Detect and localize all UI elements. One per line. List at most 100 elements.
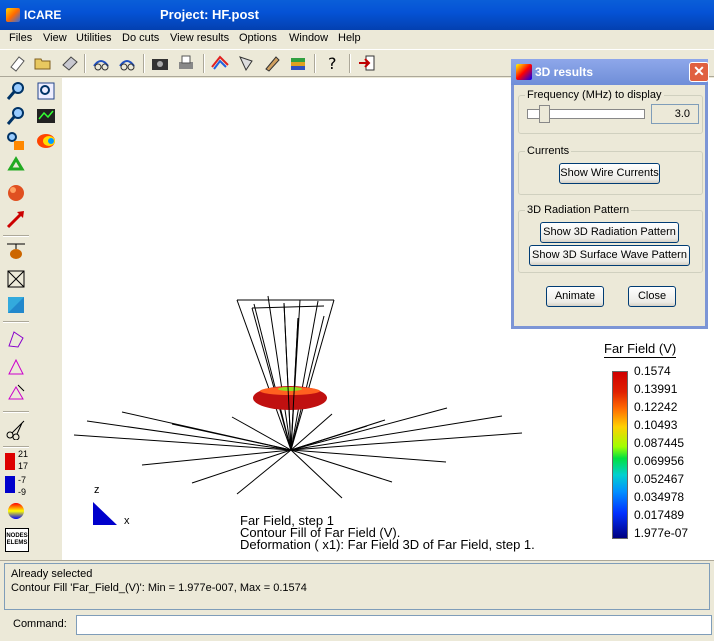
frequency-value-field: 3.0 (651, 104, 699, 124)
pointer-arrow-icon[interactable] (5, 208, 27, 230)
print-icon[interactable] (176, 53, 196, 73)
nodes-elems-button[interactable]: NODES ELEMS (5, 528, 29, 552)
command-label: Command: (13, 618, 67, 630)
sphere-icon[interactable] (5, 182, 27, 204)
top-load-wire (290, 315, 325, 451)
range-label-17: 17 (18, 461, 29, 471)
frequency-legend: Frequency (MHz) to display (527, 89, 662, 101)
menu-view-results[interactable]: View results (170, 32, 229, 44)
antenna-icon[interactable] (5, 240, 27, 262)
rainbow-burst-icon[interactable] (5, 500, 27, 522)
animate-button[interactable]: Animate (546, 286, 604, 307)
legend-value: 0.052467 (634, 472, 685, 486)
legend-title: Far Field (V) (604, 341, 677, 358)
zoom-window-icon[interactable] (35, 80, 57, 102)
dialog-app-icon (516, 64, 532, 80)
graph-icon[interactable] (35, 105, 57, 127)
zoom-fit-icon[interactable] (5, 130, 27, 152)
range-low-swatch (5, 476, 15, 493)
command-bar: Command: (0, 612, 714, 641)
show-wire-currents-button[interactable]: Show Wire Currents (559, 163, 660, 184)
color-scale-bar (612, 371, 628, 539)
close-button[interactable]: Close (628, 286, 676, 307)
radiation-pattern-torus (253, 386, 327, 410)
legend-value: 0.13991 (634, 382, 678, 396)
polygon-icon[interactable] (5, 328, 27, 350)
triangle-cut-icon[interactable] (5, 381, 27, 403)
recycle-icon[interactable] (5, 156, 27, 178)
left-tool-palette: 21 17 -7 -9 NODES ELEMS (0, 78, 62, 560)
app-name: ICARE (24, 8, 62, 22)
dialog-title-bar[interactable]: 3D results ✕ (511, 59, 709, 85)
message-line-2: Contour Fill 'Far_Field_(V)': Min = 1.97… (11, 582, 307, 594)
legend-value: 0.087445 (634, 436, 685, 450)
rotate-left-icon[interactable] (91, 53, 111, 73)
menu-help[interactable]: Help (338, 32, 361, 44)
window-title: Project: HF.post (160, 7, 259, 22)
range-high-swatch (5, 453, 15, 470)
dialog-title: 3D results (535, 65, 594, 79)
scissors-icon[interactable] (5, 418, 27, 440)
info-line-3: Deformation ( x1): Far Field 3D of Far F… (240, 537, 535, 552)
open-folder-icon[interactable] (33, 53, 53, 73)
color-palette-icon[interactable] (35, 130, 57, 152)
legend-value: 0.1574 (634, 364, 671, 378)
color-map-icon[interactable] (210, 53, 230, 73)
top-ring-wire (251, 305, 325, 309)
legend-value: 0.034978 (634, 490, 685, 504)
ground-radial-wire (290, 449, 447, 463)
ground-radial-wire (290, 449, 343, 499)
show-3d-radiation-pattern-button[interactable]: Show 3D Radiation Pattern (540, 222, 679, 243)
range-label-21: 21 (18, 449, 29, 459)
app-logo-icon (6, 8, 20, 22)
currents-legend: Currents (527, 145, 570, 157)
menu-window[interactable]: Window (289, 32, 328, 44)
camera-icon[interactable] (150, 53, 170, 73)
menu-view[interactable]: View (43, 32, 67, 44)
legend-value: 0.017489 (634, 508, 685, 522)
legend-value: 1.977e-07 (634, 526, 689, 540)
exit-icon[interactable] (357, 53, 377, 73)
legend-value: 0.069956 (634, 454, 685, 468)
dialog-close-icon[interactable]: ✕ (689, 62, 709, 82)
command-input[interactable] (76, 615, 712, 635)
menu-bar: Files View Utilities Do cuts View result… (0, 30, 714, 48)
new-file-icon[interactable] (7, 53, 27, 73)
save-icon[interactable] (59, 53, 79, 73)
legend-value: 0.12242 (634, 400, 678, 414)
3d-results-dialog: 3D results ✕ Frequency (MHz) to display … (511, 59, 709, 329)
contour-plot-icon[interactable] (5, 294, 27, 316)
ground-radial-wire (290, 449, 393, 483)
ground-radial-wire (231, 416, 292, 451)
axis-triad (93, 502, 117, 525)
ground-radial-wire (86, 420, 292, 451)
ground-radial-wire (290, 425, 368, 451)
ground-radial-wire (236, 449, 292, 495)
zoom-out-icon[interactable] (5, 105, 27, 127)
layers-icon[interactable] (288, 53, 308, 73)
radiation-legend: 3D Radiation Pattern (527, 204, 630, 216)
top-load-wire (236, 299, 292, 451)
axis-z-label: z (94, 484, 100, 496)
frequency-slider-thumb[interactable] (538, 105, 550, 123)
wire-mesh-icon[interactable] (236, 53, 256, 73)
axis-x-label: x (124, 515, 130, 527)
edit-pencil-icon[interactable] (262, 53, 282, 73)
menu-files[interactable]: Files (9, 32, 32, 44)
triangle-icon[interactable] (5, 356, 27, 378)
help-icon[interactable]: ? (322, 53, 342, 73)
box-icon[interactable] (5, 268, 27, 290)
title-bar: ICARE Project: HF.post (0, 0, 714, 30)
zoom-in-icon[interactable] (5, 80, 27, 102)
menu-do-cuts[interactable]: Do cuts (122, 32, 159, 44)
show-3d-surface-wave-pattern-button[interactable]: Show 3D Surface Wave Pattern (529, 245, 690, 266)
rotate-right-icon[interactable] (117, 53, 137, 73)
message-log[interactable]: Already selected Contour Fill 'Far_Field… (4, 563, 710, 610)
range-label-minus9: -9 (18, 487, 27, 497)
menu-options[interactable]: Options (239, 32, 277, 44)
menu-utilities[interactable]: Utilities (76, 32, 111, 44)
message-area: Already selected Contour Fill 'Far_Field… (0, 560, 714, 611)
svg-text:?: ? (328, 54, 337, 73)
ground-radial-wire (290, 432, 523, 451)
range-label-minus7: -7 (18, 475, 27, 485)
